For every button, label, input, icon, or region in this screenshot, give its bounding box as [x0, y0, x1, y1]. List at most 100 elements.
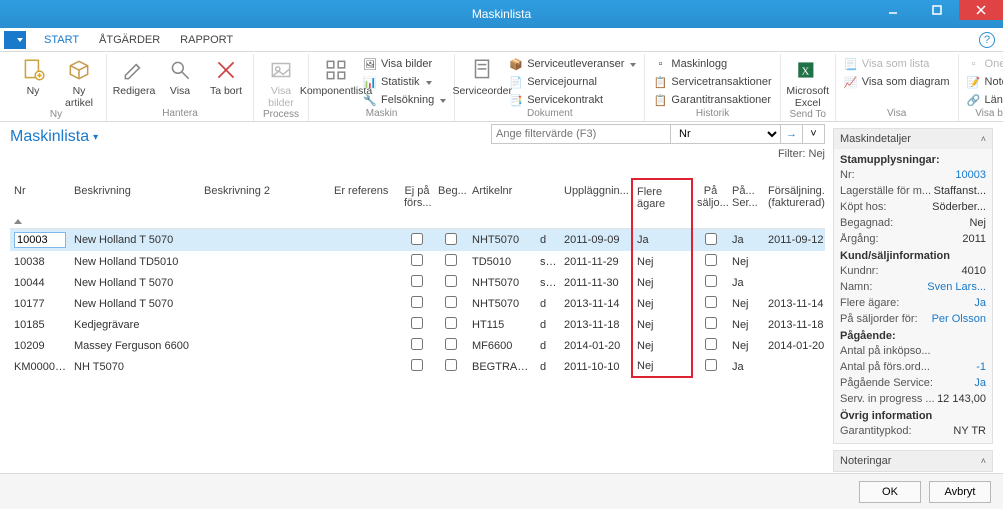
- col-blank[interactable]: [536, 179, 560, 229]
- svg-text:X: X: [801, 65, 809, 77]
- ej-fors-checkbox[interactable]: [411, 359, 423, 371]
- beg-checkbox[interactable]: [445, 296, 457, 308]
- list-icon: 📃: [844, 57, 858, 71]
- beg-checkbox[interactable]: [445, 317, 457, 329]
- serviceutleveranser-button[interactable]: 📦Serviceutleveranser: [507, 56, 638, 72]
- ribbon-tabs: START ÅTGÄRDER RAPPORT ?: [0, 28, 1003, 52]
- ej-fors-checkbox[interactable]: [411, 296, 423, 308]
- col-beskrivning2[interactable]: Beskrivning 2: [200, 179, 330, 229]
- details-header[interactable]: Maskindetaljer˄: [834, 129, 992, 149]
- close-button[interactable]: [959, 0, 1003, 20]
- ej-fors-checkbox[interactable]: [411, 254, 423, 266]
- detail-flereagare-link[interactable]: Ja: [974, 297, 986, 309]
- maskin-visa-bilder[interactable]: 🖼Visa bilder: [361, 56, 448, 72]
- ovrig-heading: Övrig information: [838, 407, 988, 423]
- pa-saljo-checkbox[interactable]: [705, 338, 717, 350]
- col-flere-agare[interactable]: Flere ägare: [632, 179, 692, 229]
- detail-nr-link[interactable]: 10003: [955, 169, 986, 181]
- ta-bort-label: Ta bort: [210, 86, 242, 98]
- minimize-button[interactable]: [871, 0, 915, 20]
- serviceorder-button[interactable]: Serviceorder: [461, 54, 503, 98]
- lankar-button[interactable]: 🔗Länkar: [965, 92, 1003, 108]
- pa-saljo-checkbox[interactable]: [705, 254, 717, 266]
- beg-checkbox[interactable]: [445, 233, 457, 245]
- cancel-button[interactable]: Avbryt: [929, 481, 991, 503]
- table-row[interactable]: 10038New Holland TD5010TD5010skin2011-11…: [10, 251, 825, 272]
- tab-start[interactable]: START: [34, 30, 89, 50]
- table-row[interactable]: 10185KedjegrävareHT115d2013-11-18NejNej2…: [10, 314, 825, 335]
- redigera-button[interactable]: Redigera: [113, 54, 155, 98]
- app-menu-button[interactable]: [4, 31, 26, 49]
- servicejournal-button[interactable]: 📄Servicejournal: [507, 74, 638, 90]
- visa-som-diagram-button[interactable]: 📈Visa som diagram: [842, 74, 952, 90]
- tab-atgarder[interactable]: ÅTGÄRDER: [89, 30, 170, 50]
- col-pa-saljo[interactable]: På säljo...: [692, 179, 728, 229]
- beg-checkbox[interactable]: [445, 254, 457, 266]
- maskinlogg-button[interactable]: ▫Maskinlogg: [651, 56, 773, 72]
- ej-fors-checkbox[interactable]: [411, 275, 423, 287]
- group-historik-label: Historik: [696, 108, 729, 121]
- felsokning-button[interactable]: 🔧Felsökning: [361, 92, 448, 108]
- horizontal-scrollbar[interactable]: [10, 459, 825, 473]
- col-pa-ser[interactable]: På... Ser...: [728, 179, 764, 229]
- servicetransaktioner-button[interactable]: 📋Servicetransaktioner: [651, 74, 773, 90]
- detail-pagserv-link[interactable]: Ja: [974, 377, 986, 389]
- help-icon[interactable]: ?: [979, 32, 995, 48]
- table-row[interactable]: 10177New Holland T 5070NHT5070d2013-11-1…: [10, 293, 825, 314]
- col-upplaggning[interactable]: Uppläggnin...: [560, 179, 632, 229]
- serviceorder-label: Serviceorder: [452, 86, 512, 98]
- col-nr[interactable]: Nr: [10, 179, 70, 229]
- detail-namn-link[interactable]: Sven Lars...: [927, 281, 986, 293]
- onenote-button[interactable]: ▫OneNote: [965, 56, 1003, 72]
- servicekontrakt-button[interactable]: 📑Servicekontrakt: [507, 92, 638, 108]
- detail-pasalj-link[interactable]: Per Olsson: [932, 313, 986, 325]
- filter-go-button[interactable]: →: [781, 124, 803, 144]
- beg-checkbox[interactable]: [445, 338, 457, 350]
- pa-saljo-checkbox[interactable]: [705, 233, 717, 245]
- nr-cell-input[interactable]: [14, 232, 66, 248]
- ej-fors-checkbox[interactable]: [411, 317, 423, 329]
- chevron-down-icon: ▾: [93, 132, 98, 143]
- left-pane: Maskinlista▾ Nr → ˅ Filter: Nej Nr B: [10, 128, 825, 473]
- pa-saljo-checkbox[interactable]: [705, 296, 717, 308]
- pa-saljo-checkbox[interactable]: [705, 317, 717, 329]
- tab-rapport[interactable]: RAPPORT: [170, 30, 243, 50]
- statistik-button[interactable]: 📊Statistik: [361, 74, 448, 90]
- filter-field-select[interactable]: Nr: [671, 124, 781, 144]
- ny-button[interactable]: Ny: [12, 54, 54, 98]
- pa-saljo-checkbox[interactable]: [705, 359, 717, 371]
- ej-fors-checkbox[interactable]: [411, 338, 423, 350]
- komponentlista-button[interactable]: Komponentlista: [315, 54, 357, 98]
- garantitransaktioner-button[interactable]: 📋Garantitransaktioner: [651, 92, 773, 108]
- ok-button[interactable]: OK: [859, 481, 921, 503]
- filter-dropdown-button[interactable]: ˅: [803, 124, 825, 144]
- table-row[interactable]: 10209Massey Ferguson 6600MF6600d2014-01-…: [10, 335, 825, 356]
- beg-checkbox[interactable]: [445, 275, 457, 287]
- excel-button[interactable]: X Microsoft Excel: [787, 54, 829, 109]
- table-row[interactable]: 10044New Holland T 5070NHT5070skin2011-1…: [10, 272, 825, 293]
- visa-button[interactable]: Visa: [159, 54, 201, 98]
- ta-bort-button[interactable]: Ta bort: [205, 54, 247, 98]
- noteringar-header[interactable]: Noteringar˄: [834, 451, 992, 471]
- ny-artikel-button[interactable]: Ny artikel: [58, 54, 100, 109]
- col-beskrivning[interactable]: Beskrivning: [70, 179, 200, 229]
- details-sidebar: Maskindetaljer˄ Stamupplysningar: Nr:100…: [833, 128, 993, 473]
- col-beg[interactable]: Beg...: [434, 179, 468, 229]
- col-artikelnr[interactable]: Artikelnr: [468, 179, 536, 229]
- visa-som-lista-button[interactable]: 📃Visa som lista: [842, 56, 952, 72]
- col-ej-fors[interactable]: Ej på förs...: [400, 179, 434, 229]
- filter-value-input[interactable]: [491, 124, 671, 144]
- pa-saljo-checkbox[interactable]: [705, 275, 717, 287]
- detail-forsord-link[interactable]: -1: [976, 361, 986, 373]
- ej-fors-checkbox[interactable]: [411, 233, 423, 245]
- maximize-button[interactable]: [915, 0, 959, 20]
- visa-bilder-button[interactable]: Visa bilder: [260, 54, 302, 109]
- images-icon: [267, 56, 295, 84]
- table-row[interactable]: New Holland T 5070NHT5070d2011-09-09JaJa…: [10, 229, 825, 252]
- image-icon: 🖼: [363, 57, 377, 71]
- col-forsaljning[interactable]: Försäljning... (fakturerad): [764, 179, 825, 229]
- beg-checkbox[interactable]: [445, 359, 457, 371]
- noteringar-button[interactable]: 📝Noteringar: [965, 74, 1003, 90]
- table-row[interactable]: KM000005NH T5070BEGTRAKNHd2011-10-10NejJ…: [10, 356, 825, 377]
- col-er-referens[interactable]: Er referens: [330, 179, 400, 229]
